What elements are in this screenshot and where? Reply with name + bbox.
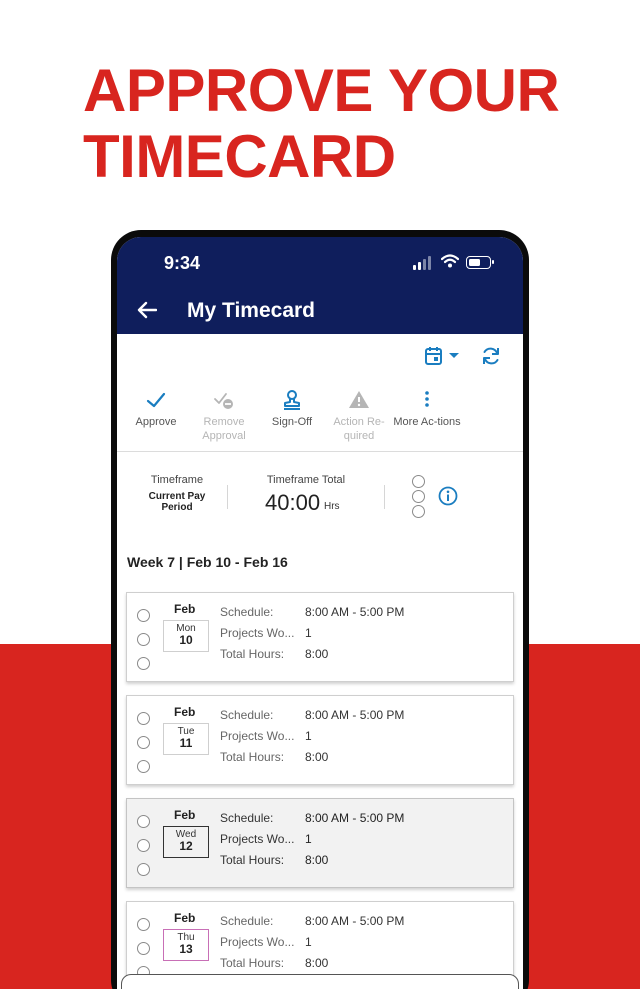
page-title: My Timecard bbox=[187, 299, 315, 322]
status-bar: 9:34 bbox=[117, 237, 523, 287]
total-hours-label: Total Hours: bbox=[220, 750, 285, 764]
bottom-sheet[interactable] bbox=[121, 974, 519, 989]
schedule-label: Schedule: bbox=[220, 811, 274, 825]
radio-button[interactable] bbox=[137, 942, 150, 955]
projects-label: Projects Wo... bbox=[220, 729, 295, 743]
headline-line-2: TIMECARD bbox=[83, 123, 396, 190]
timeframe-value[interactable]: Current Pay Period bbox=[137, 491, 217, 513]
status-time: 9:34 bbox=[164, 253, 201, 273]
timeframe-total-value: 40:00 bbox=[265, 490, 321, 515]
week-title: Week 7 | Feb 10 - Feb 16 bbox=[127, 554, 288, 570]
date-box: Mon 10 bbox=[163, 620, 209, 652]
projects-value: 1 bbox=[305, 832, 312, 846]
headline-line-1: APPROVE YOUR bbox=[83, 57, 560, 124]
radio-button[interactable] bbox=[137, 633, 150, 646]
action-required-label: Action Re-quired bbox=[333, 416, 385, 442]
battery-icon bbox=[466, 256, 494, 269]
total-hours-value: 8:00 bbox=[305, 647, 329, 661]
action-bar: Approve Remove Approval Sign-Off Action … bbox=[117, 379, 523, 452]
radio-button[interactable] bbox=[137, 863, 150, 876]
timeframe-total-unit: Hrs bbox=[324, 501, 340, 512]
schedule-value: 8:00 AM - 5:00 PM bbox=[305, 811, 405, 825]
total-hours-label: Total Hours: bbox=[220, 956, 285, 970]
day-number: 11 bbox=[179, 736, 193, 750]
projects-value: 1 bbox=[305, 935, 312, 949]
day-number: 12 bbox=[179, 839, 193, 853]
radio-button[interactable] bbox=[137, 712, 150, 725]
radio-button[interactable] bbox=[412, 505, 425, 518]
day-card-tue[interactable]: Feb Tue 11 Schedule: 8:00 AM - 5:00 PM P… bbox=[126, 695, 514, 785]
toolbar bbox=[117, 334, 523, 379]
timeframe-total-label: Timeframe Total bbox=[266, 474, 346, 486]
timeframe-label: Timeframe bbox=[150, 474, 204, 486]
sign-off-button[interactable]: Sign-Off bbox=[258, 379, 326, 429]
projects-value: 1 bbox=[305, 626, 312, 640]
total-hours-value: 8:00 bbox=[305, 853, 329, 867]
wifi-icon bbox=[441, 254, 459, 268]
day-number: 13 bbox=[179, 942, 193, 956]
cellular-signal-icon bbox=[413, 256, 433, 270]
radio-button[interactable] bbox=[412, 475, 425, 488]
schedule-value: 8:00 AM - 5:00 PM bbox=[305, 605, 405, 619]
day-month: Feb bbox=[174, 602, 196, 616]
radio-button[interactable] bbox=[137, 609, 150, 622]
phone-screen: 9:34 My Timecard Approve Remove Approval… bbox=[117, 237, 523, 989]
refresh-icon[interactable] bbox=[481, 346, 501, 366]
timeframe-summary: Timeframe Current Pay Period Timeframe T… bbox=[117, 453, 523, 543]
day-month: Feb bbox=[174, 911, 196, 925]
promo-headline: APPROVE YOUR TIMECARD bbox=[83, 57, 560, 190]
projects-label: Projects Wo... bbox=[220, 832, 295, 846]
radio-button[interactable] bbox=[137, 839, 150, 852]
app-bar: My Timecard bbox=[117, 287, 523, 334]
warning-icon bbox=[349, 391, 369, 408]
total-hours-value: 8:00 bbox=[305, 750, 329, 764]
approve-button[interactable]: Approve bbox=[122, 379, 190, 429]
radio-button[interactable] bbox=[137, 657, 150, 670]
radio-button[interactable] bbox=[137, 918, 150, 931]
date-box: Thu 13 bbox=[163, 929, 209, 961]
projects-value: 1 bbox=[305, 729, 312, 743]
schedule-label: Schedule: bbox=[220, 914, 274, 928]
divider bbox=[227, 485, 228, 509]
remove-approval-icon bbox=[214, 393, 233, 409]
radio-button[interactable] bbox=[137, 815, 150, 828]
date-box: Tue 11 bbox=[163, 723, 209, 755]
day-card-wed[interactable]: Feb Wed 12 Schedule: 8:00 AM - 5:00 PM P… bbox=[126, 798, 514, 888]
schedule-value: 8:00 AM - 5:00 PM bbox=[305, 914, 405, 928]
total-hours-label: Total Hours: bbox=[220, 647, 285, 661]
total-hours-value: 8:00 bbox=[305, 956, 329, 970]
sign-off-label: Sign-Off bbox=[271, 416, 313, 428]
projects-label: Projects Wo... bbox=[220, 626, 295, 640]
checkmark-icon bbox=[146, 392, 166, 408]
schedule-label: Schedule: bbox=[220, 605, 274, 619]
day-month: Feb bbox=[174, 705, 196, 719]
more-actions-button[interactable]: More Ac-tions bbox=[393, 379, 461, 429]
approve-label: Approve bbox=[135, 416, 177, 428]
info-icon[interactable] bbox=[438, 486, 458, 506]
schedule-value: 8:00 AM - 5:00 PM bbox=[305, 708, 405, 722]
more-actions-label: More Ac-tions bbox=[393, 416, 461, 428]
divider bbox=[384, 485, 385, 509]
more-vertical-icon bbox=[425, 391, 429, 407]
day-card-mon[interactable]: Feb Mon 10 Schedule: 8:00 AM - 5:00 PM P… bbox=[126, 592, 514, 682]
remove-approval-label: Remove Approval bbox=[202, 416, 246, 442]
day-number: 10 bbox=[179, 633, 193, 647]
stamp-icon bbox=[284, 390, 300, 410]
radio-button[interactable] bbox=[137, 760, 150, 773]
remove-approval-button[interactable]: Remove Approval bbox=[190, 379, 258, 443]
schedule-label: Schedule: bbox=[220, 708, 274, 722]
radio-button[interactable] bbox=[412, 490, 425, 503]
calendar-dropdown-icon[interactable] bbox=[424, 346, 462, 366]
day-month: Feb bbox=[174, 808, 196, 822]
projects-label: Projects Wo... bbox=[220, 935, 295, 949]
back-arrow-icon[interactable] bbox=[137, 301, 157, 319]
radio-button[interactable] bbox=[137, 736, 150, 749]
date-box: Wed 12 bbox=[163, 826, 209, 858]
total-hours-label: Total Hours: bbox=[220, 853, 285, 867]
action-required-button[interactable]: Action Re-quired bbox=[325, 379, 393, 443]
